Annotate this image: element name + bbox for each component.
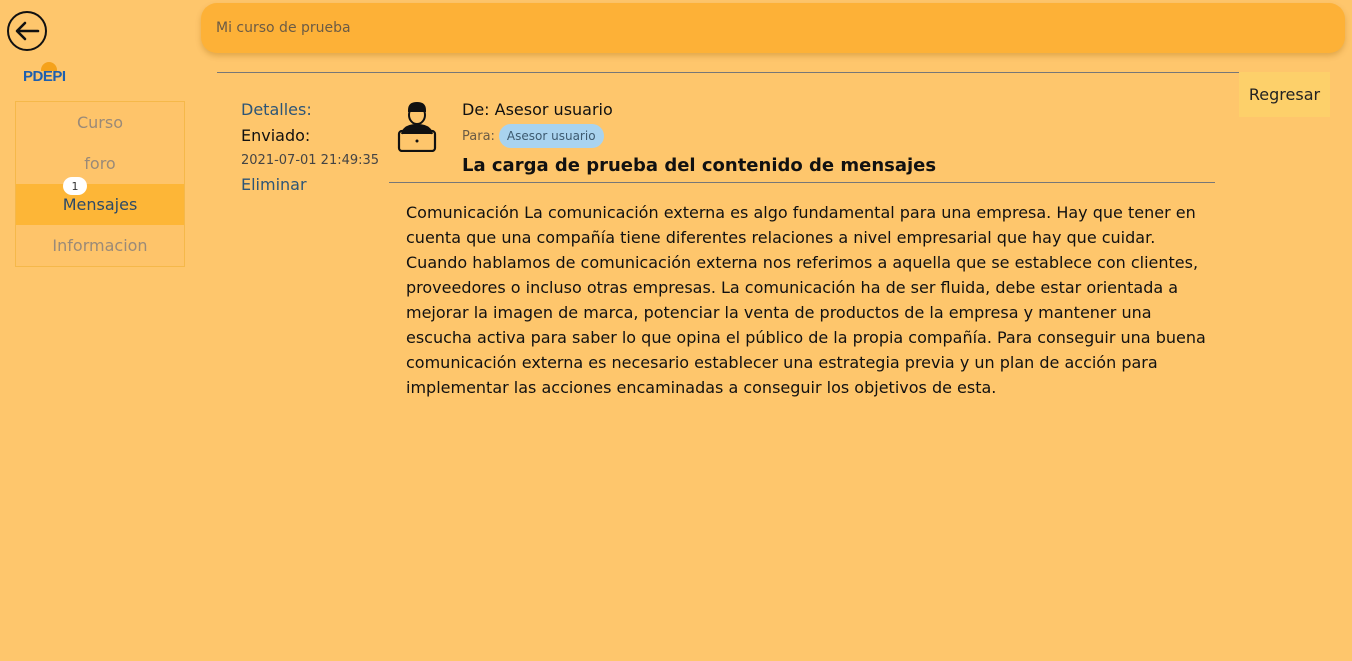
user-laptop-icon: [396, 100, 438, 153]
sidebar-item-label: Mensajes: [62, 195, 138, 214]
sidebar-item-mensajes[interactable]: 1 Mensajes: [16, 177, 184, 225]
sent-label: Enviado:: [241, 126, 311, 145]
regresar-button[interactable]: Regresar: [1239, 72, 1330, 117]
message-body: Comunicación La comunicación externa es …: [406, 203, 1206, 397]
sidebar-item-label: Informacion: [52, 236, 148, 255]
course-title-bar: Mi curso de prueba: [201, 3, 1345, 53]
back-arrow-icon[interactable]: [7, 11, 47, 51]
recipient-chip[interactable]: Asesor usuario: [498, 124, 604, 148]
delete-link[interactable]: Eliminar: [241, 173, 379, 197]
to-label: Para:: [462, 128, 495, 144]
message-from: De: Asesor usuario: [462, 100, 613, 119]
course-title: Mi curso de prueba: [216, 20, 351, 36]
sidebar-item-curso[interactable]: Curso: [16, 102, 184, 143]
logo: PDEPI: [23, 62, 67, 88]
recipient-row: Para: Asesor usuario: [462, 124, 604, 148]
sent-date: 2021-07-01 21:49:35: [241, 153, 380, 168]
divider: [389, 182, 1215, 183]
sidebar-nav: Curso foro 1 Mensajes Informacion: [15, 101, 185, 267]
message-details: Detalles: Enviado: 2021-07-01 21:49:35 E…: [241, 100, 379, 197]
details-label: Detalles:: [241, 100, 312, 119]
divider: [217, 72, 1239, 73]
sidebar-item-foro[interactable]: foro: [16, 143, 184, 184]
message-subject: La carga de prueba del contenido de mens…: [462, 155, 937, 176]
sidebar-item-informacion[interactable]: Informacion: [16, 225, 184, 266]
sidebar-item-label: foro: [84, 154, 116, 173]
unread-count-badge: 1: [63, 177, 87, 195]
logo-text: PDEPI: [23, 68, 66, 85]
sidebar-item-label: Curso: [76, 113, 123, 132]
